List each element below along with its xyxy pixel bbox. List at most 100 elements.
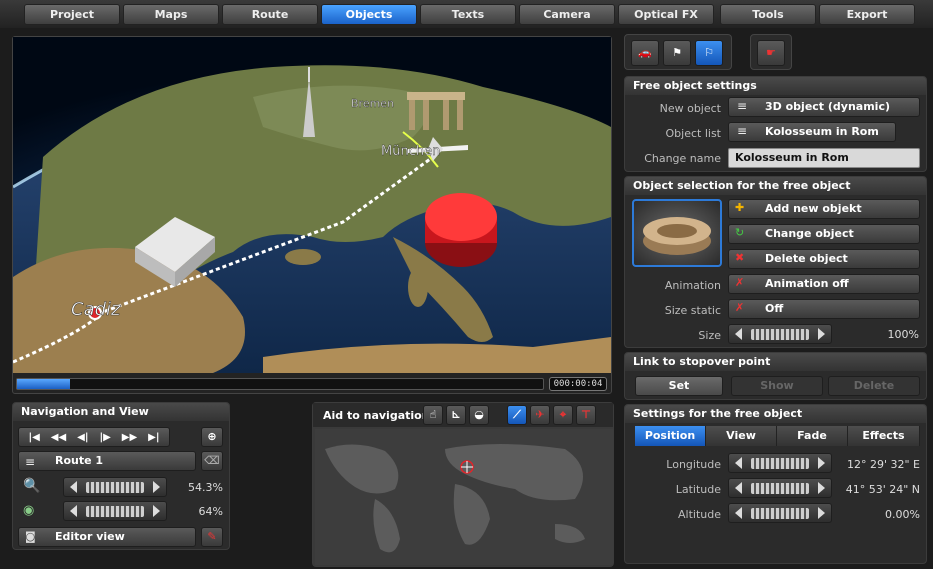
tab-objects[interactable]: Objects bbox=[321, 4, 417, 25]
step-forward-icon[interactable]: |▶ bbox=[99, 432, 110, 443]
speed-icon: ◉ bbox=[23, 503, 35, 518]
stopover-title: Link to stopover point bbox=[625, 353, 926, 371]
object-selection-title: Object selection for the free object bbox=[625, 177, 926, 195]
speed-slider[interactable] bbox=[63, 501, 167, 521]
camera-icon: ◙ bbox=[25, 530, 36, 543]
new-object-label: New object bbox=[659, 102, 721, 115]
size-label: Size bbox=[698, 329, 721, 342]
change-object-button[interactable]: Change object bbox=[728, 224, 920, 244]
playback-controls: |◀ ◀◀ ◀| |▶ ▶▶ ▶| bbox=[18, 427, 170, 447]
altitude-slider[interactable] bbox=[728, 503, 832, 523]
object-selection-panel: Object selection for the free object Add… bbox=[624, 176, 927, 348]
main-tab-bar: Project Maps Route Objects Texts Camera … bbox=[0, 0, 933, 28]
tab-optical-fx[interactable]: Optical FX bbox=[618, 4, 714, 25]
free-object-settings-title: Free object settings bbox=[625, 77, 926, 95]
new-object-select[interactable]: 3D object (dynamic) bbox=[728, 97, 920, 117]
tab-effects[interactable]: Effects bbox=[848, 426, 920, 446]
tab-texts[interactable]: Texts bbox=[420, 4, 516, 25]
pointer-hand-icon[interactable]: ☝ bbox=[423, 405, 443, 425]
vehicle-icon[interactable]: ✈ bbox=[530, 405, 550, 425]
stopover-panel: Link to stopover point Set Show Delete bbox=[624, 352, 927, 400]
route-select[interactable]: Route 1 bbox=[18, 451, 196, 471]
altitude-value: 0.00% bbox=[885, 508, 920, 521]
longitude-value: 12° 29' 32" E bbox=[846, 458, 920, 471]
colosseum-thumbnail-icon bbox=[643, 217, 711, 255]
tab-route[interactable]: Route bbox=[222, 4, 318, 25]
size-slider[interactable] bbox=[728, 324, 832, 344]
map-3d-view[interactable]: Bremen München Cadiz bbox=[13, 37, 611, 373]
object-list-select[interactable]: Kolosseum in Rom bbox=[728, 122, 896, 142]
show-stopover-button[interactable]: Show bbox=[731, 376, 823, 396]
latitude-slider[interactable] bbox=[728, 478, 832, 498]
pin-icon[interactable]: ⌖ bbox=[553, 405, 573, 425]
tab-tools[interactable]: Tools bbox=[720, 4, 816, 25]
zoom-icon: 🔍 bbox=[23, 478, 41, 494]
delete-object-button[interactable]: Delete object bbox=[728, 249, 920, 269]
delete-stopover-button[interactable]: Delete bbox=[828, 376, 920, 396]
tab-export[interactable]: Export bbox=[819, 4, 915, 25]
free-object-settings-panel: Free object settings New object 3D objec… bbox=[624, 76, 927, 172]
animation-toggle[interactable]: Animation off bbox=[728, 274, 920, 294]
fast-rewind-icon[interactable]: ◀◀ bbox=[51, 432, 66, 443]
add-object-button[interactable]: Add new objekt bbox=[728, 199, 920, 219]
change-object-icon: ↻ bbox=[735, 226, 745, 239]
pick-toolbar: ☛ bbox=[750, 34, 792, 70]
tab-fade[interactable]: Fade bbox=[777, 426, 848, 446]
timeline-progress bbox=[17, 379, 70, 389]
latitude-value: 41° 53' 24" N bbox=[845, 483, 920, 496]
list-icon: ≡ bbox=[25, 455, 36, 469]
size-static-off-icon: ✗ bbox=[735, 301, 745, 314]
timeline-bar[interactable] bbox=[16, 378, 544, 390]
view-mode-select[interactable]: Editor view bbox=[18, 527, 196, 547]
step-back-icon[interactable]: ◀| bbox=[77, 432, 88, 443]
free-object-detail-title: Settings for the free object bbox=[625, 405, 926, 423]
timecode-display: 000:00:04 bbox=[549, 377, 607, 391]
change-name-label: Change name bbox=[644, 152, 721, 165]
navigation-title: Navigation and View bbox=[13, 403, 229, 421]
object-list-label: Object list bbox=[665, 127, 721, 140]
view-edit-icon[interactable]: ✎ bbox=[201, 527, 223, 547]
settings-tab-bar: Position View Fade Effects bbox=[635, 426, 920, 446]
longitude-slider[interactable] bbox=[728, 453, 832, 473]
zoom-value: 54.3% bbox=[188, 481, 223, 494]
size-static-toggle[interactable]: Off bbox=[728, 299, 920, 319]
route-line-icon[interactable]: ⟋ bbox=[507, 405, 527, 425]
flag-pin-icon[interactable]: ⚑ bbox=[663, 40, 691, 66]
set-stopover-button[interactable]: Set bbox=[635, 376, 723, 396]
map-label-cadiz: Cadiz bbox=[71, 299, 121, 320]
car-icon[interactable]: 🚗 bbox=[631, 40, 659, 66]
route-delete-icon[interactable]: ⌫ bbox=[201, 451, 223, 471]
object-preview-thumbnail[interactable] bbox=[632, 199, 722, 267]
animation-label: Animation bbox=[664, 279, 721, 292]
globe-tool-icon[interactable]: ◒ bbox=[469, 405, 489, 425]
tab-camera[interactable]: Camera bbox=[519, 4, 615, 25]
red-marker-object[interactable] bbox=[425, 193, 497, 267]
animation-off-icon: ✗ bbox=[735, 276, 745, 289]
map-viewport-frame: Bremen München Cadiz 000:00:04 bbox=[12, 36, 612, 394]
object-pin-icon[interactable]: ⚐ bbox=[695, 40, 723, 66]
speed-value: 64% bbox=[198, 505, 223, 518]
delete-object-icon: ✖ bbox=[735, 251, 745, 264]
skip-end-icon[interactable]: ▶| bbox=[148, 432, 159, 443]
object-type-toolbar: 🚗 ⚑ ⚐ bbox=[624, 34, 732, 70]
object-list-icon: ≡ bbox=[737, 124, 748, 138]
tab-maps[interactable]: Maps bbox=[123, 4, 219, 25]
target-icon[interactable]: ⊕ bbox=[201, 427, 223, 447]
latitude-label: Latitude bbox=[675, 483, 721, 496]
angle-tool-icon[interactable]: ⊾ bbox=[446, 405, 466, 425]
zoom-slider[interactable] bbox=[63, 477, 167, 497]
fast-forward-icon[interactable]: ▶▶ bbox=[122, 432, 137, 443]
tab-view[interactable]: View bbox=[706, 426, 777, 446]
tab-position[interactable]: Position bbox=[635, 426, 706, 446]
marker-icon[interactable]: ⊤ bbox=[576, 405, 596, 425]
free-object-detail-panel: Settings for the free object Position Vi… bbox=[624, 404, 927, 564]
change-name-input[interactable]: Kolosseum in Rom bbox=[728, 148, 920, 168]
aid-title: Aid to navigation bbox=[323, 409, 430, 422]
map-label-bremen: Bremen bbox=[351, 97, 394, 110]
skip-start-icon[interactable]: |◀ bbox=[28, 432, 39, 443]
tab-project[interactable]: Project bbox=[24, 4, 120, 25]
pick-hand-icon[interactable]: ☛ bbox=[757, 40, 785, 66]
overview-world-map[interactable] bbox=[315, 429, 613, 565]
altitude-label: Altitude bbox=[678, 508, 721, 521]
size-value: 100% bbox=[887, 328, 919, 341]
